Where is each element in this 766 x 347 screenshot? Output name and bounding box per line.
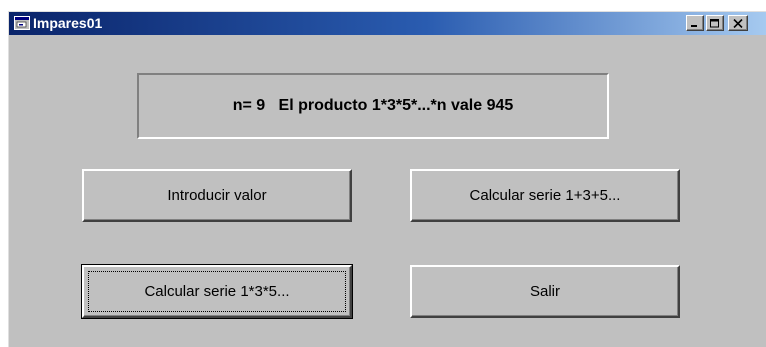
calcular-serie-suma-button[interactable]: Calcular serie 1+3+5... [410, 169, 680, 222]
introducir-valor-button[interactable]: Introducir valor [82, 169, 352, 222]
close-icon [733, 18, 743, 28]
vb-form-icon[interactable] [14, 16, 30, 30]
maximize-button[interactable] [706, 15, 724, 31]
salir-button[interactable]: Salir [410, 265, 680, 318]
window-title: Impares01 [33, 15, 103, 31]
calcular-serie-producto-button[interactable]: Calcular serie 1*3*5... [81, 264, 353, 319]
app-window: Impares01 n= 9 El producto 1*3*5*...*n v… [8, 11, 766, 347]
introducir-valor-label: Introducir valor [167, 187, 267, 204]
result-label: n= 9 El producto 1*3*5*...*n vale 945 [232, 97, 514, 114]
minimize-button[interactable] [686, 15, 704, 31]
close-button[interactable] [728, 15, 748, 31]
salir-label: Salir [529, 283, 560, 300]
maximize-icon [710, 18, 720, 28]
result-display: n= 9 El producto 1*3*5*...*n vale 945 [137, 73, 609, 139]
calcular-serie-producto-label: Calcular serie 1*3*5... [144, 283, 290, 300]
title-bar[interactable]: Impares01 [9, 12, 766, 35]
calcular-serie-suma-label: Calcular serie 1+3+5... [469, 187, 621, 204]
minimize-icon [690, 19, 700, 28]
